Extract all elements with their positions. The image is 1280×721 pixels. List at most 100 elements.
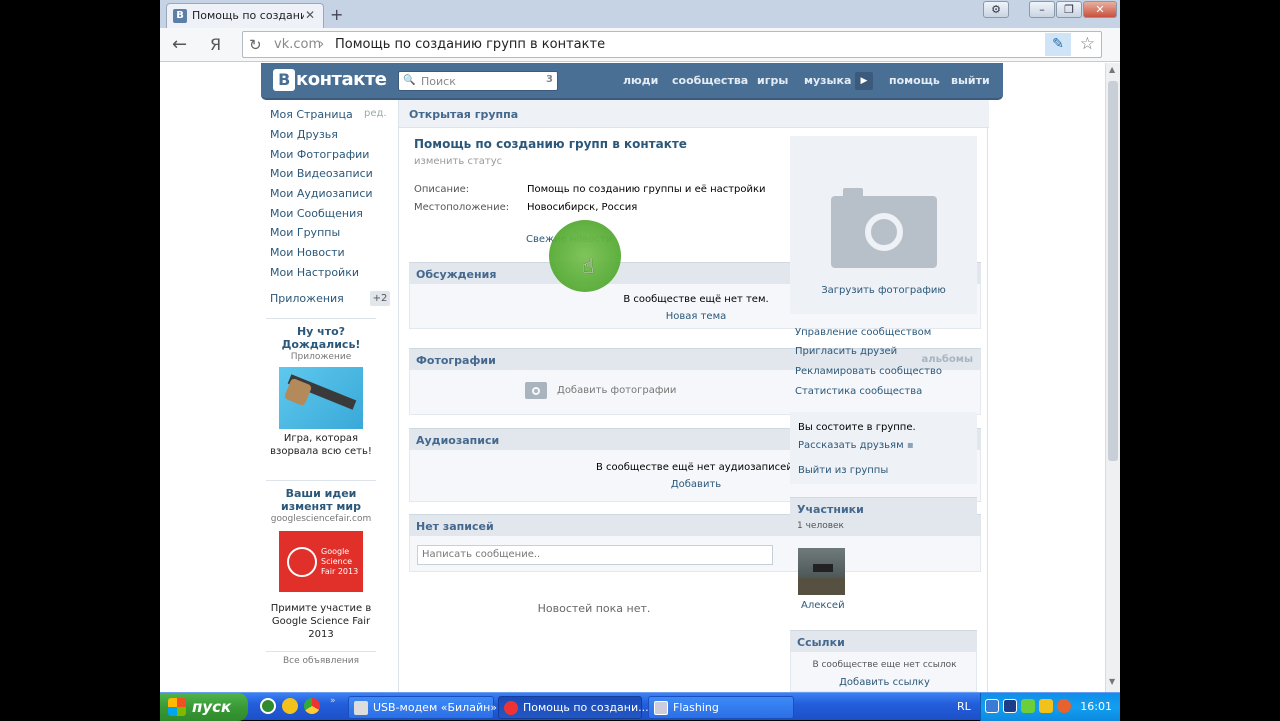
nav-music[interactable]: музыка bbox=[804, 74, 851, 87]
menu-my-page[interactable]: Моя Страница bbox=[270, 108, 353, 121]
menu-friends[interactable]: Мои Друзья bbox=[270, 128, 338, 141]
invite-friends-link[interactable]: Пригласить друзей bbox=[795, 346, 897, 357]
edit-link[interactable]: ред. bbox=[364, 108, 387, 119]
close-tab-icon[interactable]: ✕ bbox=[305, 8, 315, 22]
url-path: Помощь по созданию групп в контакте bbox=[335, 37, 606, 52]
scroll-down-icon[interactable]: ▼ bbox=[1109, 677, 1115, 686]
leave-group-link[interactable]: Выйти из группы bbox=[798, 465, 888, 476]
address-bar[interactable]: ↻ vk.com › Помощь по созданию групп в ко… bbox=[242, 31, 1102, 58]
brush-icon[interactable]: ✎ bbox=[1045, 33, 1071, 56]
group-name: Помощь по созданию групп в контакте bbox=[414, 137, 687, 151]
nav-people[interactable]: люди bbox=[623, 74, 658, 87]
menu-videos[interactable]: Мои Видеозаписи bbox=[270, 167, 373, 180]
ad-text: Примите участие в Google Science Fair 20… bbox=[270, 603, 372, 640]
ad-block-science-fair[interactable]: Ваши идеи изменят мир googlesciencefair.… bbox=[266, 487, 376, 641]
avast-icon[interactable] bbox=[282, 698, 298, 714]
taskbar-item-browser[interactable]: Помощь по создани... bbox=[498, 696, 649, 719]
menu-audios[interactable]: Мои Аудиозаписи bbox=[270, 187, 373, 200]
security-shield-icon[interactable] bbox=[1021, 699, 1035, 713]
menu-news[interactable]: Мои Новости bbox=[270, 246, 345, 259]
search-count: 3 bbox=[546, 74, 553, 85]
ad-subtitle: googlesciencefair.com bbox=[270, 514, 372, 524]
divider bbox=[266, 318, 376, 319]
vk-logo[interactable]: Вконтакте bbox=[273, 69, 387, 93]
ad-subtitle: Приложение bbox=[290, 352, 352, 362]
albums-link[interactable]: альбомы bbox=[922, 354, 973, 365]
change-status-link[interactable]: изменить статус bbox=[414, 156, 502, 167]
statistics-link[interactable]: Статистика сообщества bbox=[795, 386, 922, 397]
menu-settings[interactable]: Мои Настройки bbox=[270, 266, 359, 279]
member-name-link[interactable]: Алексей bbox=[801, 600, 845, 611]
menu-groups[interactable]: Мои Группы bbox=[270, 226, 340, 239]
google-science-fair-image[interactable]: Google Science Fair 2013 bbox=[279, 531, 363, 592]
wall-title: Нет записей bbox=[416, 520, 494, 533]
links-header[interactable]: Ссылки bbox=[790, 630, 977, 652]
ad-text: Игра, которая взорвала всю сеть! bbox=[270, 433, 372, 457]
app-tray-icon[interactable] bbox=[1057, 699, 1071, 713]
ad-block-game[interactable]: Ну что? Дождались! Приложение Игра, кото… bbox=[266, 325, 376, 458]
utorrent-icon[interactable] bbox=[260, 698, 276, 714]
menu-apps[interactable]: Приложения bbox=[270, 292, 344, 305]
settings-gear-icon[interactable]: ⚙ bbox=[983, 1, 1009, 18]
browser-tab[interactable]: В Помощь по созданию гр ✕ bbox=[166, 3, 324, 28]
close-window-icon[interactable]: ✕ bbox=[1083, 1, 1117, 18]
play-arrow-icon[interactable]: ▶ bbox=[855, 72, 873, 90]
links-title: Ссылки bbox=[797, 636, 845, 649]
minimize-icon[interactable]: – bbox=[1029, 1, 1055, 18]
add-link-link[interactable]: Добавить ссылку bbox=[791, 677, 978, 688]
group-photo-placeholder[interactable]: Загрузить фотографию bbox=[790, 136, 977, 314]
nav-help[interactable]: помощь bbox=[889, 74, 940, 87]
no-news-text: Новостей пока нет. bbox=[537, 602, 651, 615]
nav-games[interactable]: игры bbox=[757, 74, 788, 87]
windows-taskbar: пуск » USB-модем «Билайн» Помощь по созд… bbox=[160, 692, 1120, 721]
bookmark-star-icon[interactable]: ☆ bbox=[1080, 34, 1095, 54]
member-avatar[interactable] bbox=[798, 548, 845, 595]
tell-friends-link[interactable]: Рассказать друзьям ▪ bbox=[798, 440, 914, 451]
menu-messages[interactable]: Мои Сообщения bbox=[270, 207, 363, 220]
yandex-icon[interactable]: Я bbox=[210, 35, 221, 54]
manage-community-link[interactable]: Управление сообществом bbox=[795, 327, 931, 338]
tab-title: Помощь по созданию гр bbox=[192, 9, 304, 22]
divider bbox=[266, 480, 376, 481]
nav-communities[interactable]: сообщества bbox=[672, 74, 748, 87]
language-indicator[interactable]: RL bbox=[957, 700, 971, 713]
back-arrow-icon[interactable]: ← bbox=[172, 34, 187, 55]
comment-icon: ▪ bbox=[906, 440, 914, 451]
post-input[interactable]: Написать сообщение.. bbox=[417, 545, 773, 565]
menu-photos[interactable]: Мои Фотографии bbox=[270, 148, 369, 161]
search-placeholder: Поиск bbox=[421, 75, 456, 88]
clock: 16:01 bbox=[1080, 700, 1112, 713]
group-type-bar: Открытая группа bbox=[399, 100, 989, 128]
display-icon[interactable] bbox=[1003, 699, 1017, 713]
location-label: Местоположение: bbox=[414, 202, 510, 213]
start-button[interactable]: пуск bbox=[160, 693, 248, 721]
scroll-up-icon[interactable]: ▲ bbox=[1109, 65, 1115, 74]
description-value: Помощь по созданию группы и её настройки bbox=[527, 184, 766, 195]
network-icon[interactable] bbox=[985, 699, 999, 713]
scrollbar-thumb[interactable] bbox=[1108, 81, 1118, 461]
ad-rifle-image[interactable] bbox=[279, 367, 363, 429]
advertise-link[interactable]: Рекламировать сообщество bbox=[795, 366, 942, 377]
hand-cursor-icon: ☝ bbox=[582, 254, 595, 278]
chrome-icon[interactable] bbox=[304, 698, 320, 714]
members-header[interactable]: Участники bbox=[790, 497, 977, 519]
maximize-icon[interactable]: ❐ bbox=[1056, 1, 1082, 18]
avast-tray-icon[interactable] bbox=[1039, 699, 1053, 713]
apps-badge[interactable]: +2 bbox=[370, 291, 390, 306]
yandex-browser-icon bbox=[504, 701, 518, 715]
ad-title: Ну что? Дождались! bbox=[281, 325, 361, 351]
vk-header: Вконтакте 🔍 Поиск 3 люди сообщества игры… bbox=[261, 63, 1003, 100]
nav-logout[interactable]: выйти bbox=[951, 74, 990, 87]
reload-icon[interactable]: ↻ bbox=[249, 36, 262, 54]
new-tab-icon[interactable]: + bbox=[330, 5, 343, 24]
tab-strip: В Помощь по созданию гр ✕ + ⚙ – ❐ ✕ bbox=[160, 0, 1120, 28]
upload-photo-link[interactable]: Загрузить фотографию bbox=[790, 285, 977, 296]
search-input[interactable]: 🔍 Поиск 3 bbox=[398, 71, 558, 91]
taskbar-item-flashing[interactable]: Flashing bbox=[648, 696, 794, 719]
all-ads-link[interactable]: Все объявления bbox=[266, 656, 376, 666]
taskbar-item-usb-modem[interactable]: USB-модем «Билайн» bbox=[348, 696, 497, 719]
camera-icon bbox=[831, 188, 937, 268]
vertical-scrollbar[interactable]: ▲ ▼ bbox=[1105, 63, 1120, 692]
add-photos-link[interactable]: Добавить фотографии bbox=[557, 385, 676, 396]
quicklaunch-more-icon[interactable]: » bbox=[330, 696, 336, 706]
